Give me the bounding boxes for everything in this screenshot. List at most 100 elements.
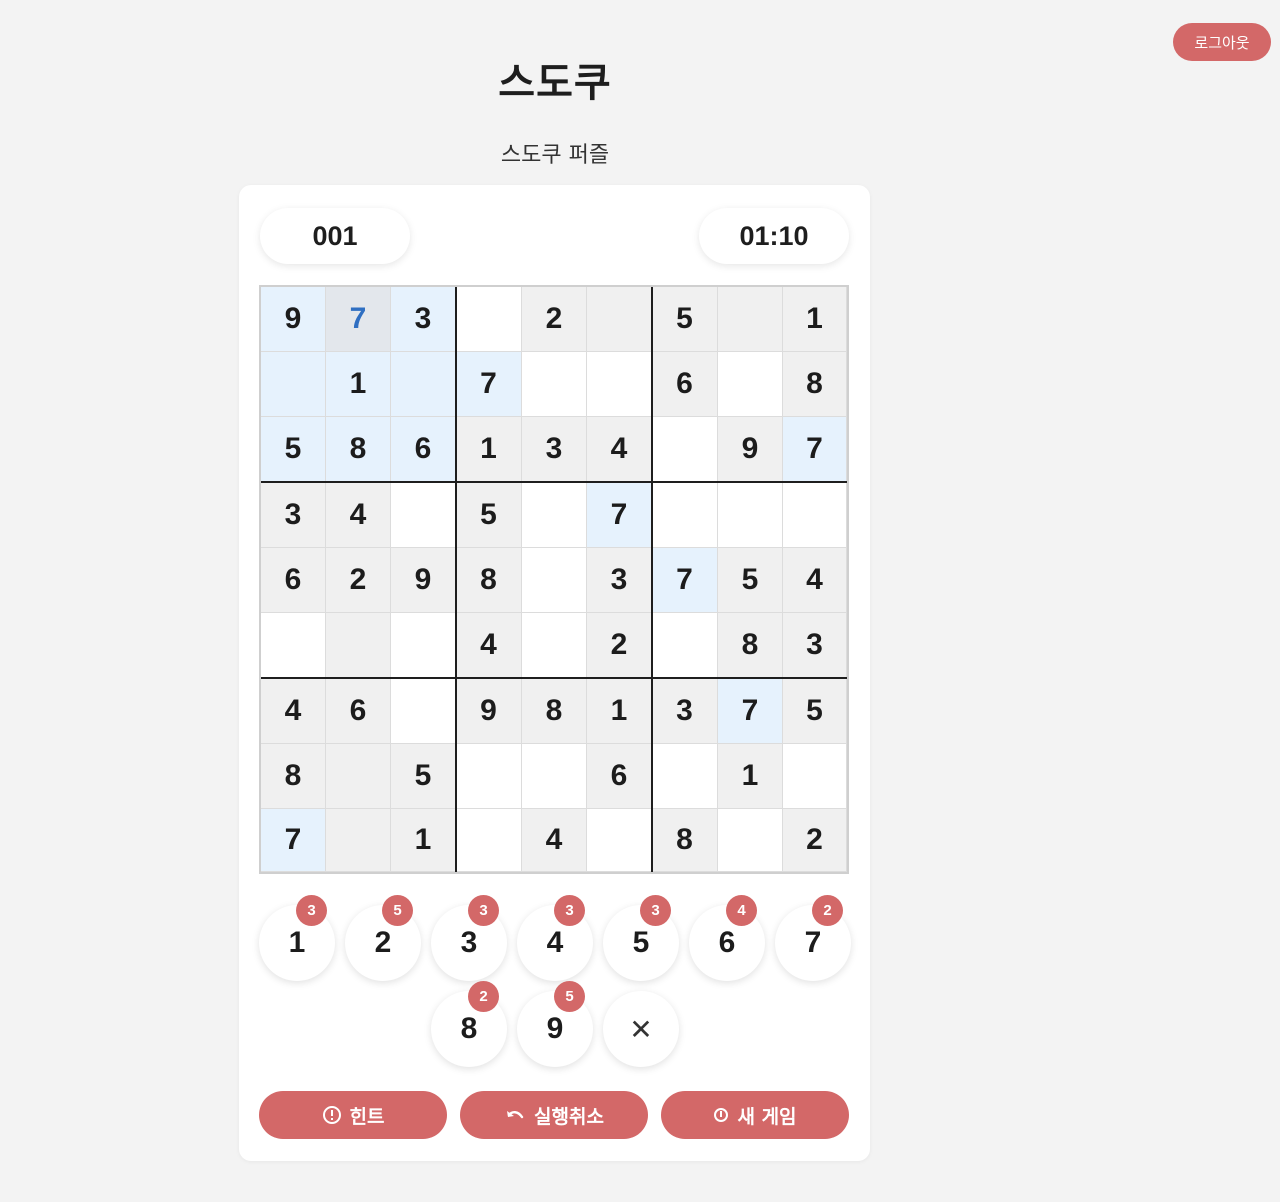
sudoku-cell[interactable]: 3 [652, 678, 718, 744]
sudoku-cell[interactable] [652, 417, 718, 482]
sudoku-cell[interactable] [522, 613, 587, 678]
sudoku-cell[interactable]: 6 [587, 744, 652, 809]
sudoku-cell[interactable] [456, 287, 522, 352]
sudoku-cell[interactable]: 4 [783, 548, 847, 613]
sudoku-cell[interactable]: 1 [391, 809, 456, 872]
sudoku-cell[interactable]: 7 [783, 417, 847, 482]
sudoku-cell[interactable] [718, 352, 783, 417]
sudoku-cell[interactable]: 7 [587, 482, 652, 548]
sudoku-cell[interactable] [522, 744, 587, 809]
sudoku-cell[interactable] [391, 482, 456, 548]
sudoku-cell[interactable]: 6 [326, 678, 391, 744]
sudoku-cell[interactable]: 2 [522, 287, 587, 352]
sudoku-cell[interactable]: 5 [456, 482, 522, 548]
sudoku-cell[interactable]: 3 [783, 613, 847, 678]
sudoku-cell[interactable]: 5 [652, 287, 718, 352]
sudoku-cell[interactable]: 5 [391, 744, 456, 809]
sudoku-cell[interactable]: 4 [456, 613, 522, 678]
sudoku-cell[interactable] [718, 287, 783, 352]
number-button-7[interactable]: 72 [775, 895, 851, 981]
sudoku-cell[interactable]: 7 [456, 352, 522, 417]
sudoku-cell[interactable] [652, 613, 718, 678]
sudoku-cell[interactable] [391, 613, 456, 678]
remaining-count-badge: 3 [468, 895, 499, 926]
number-button-9[interactable]: 95 [517, 981, 593, 1067]
sudoku-cell[interactable]: 3 [391, 287, 456, 352]
sudoku-cell[interactable]: 9 [261, 287, 326, 352]
sudoku-cell[interactable]: 7 [261, 809, 326, 872]
number-button-2[interactable]: 25 [345, 895, 421, 981]
sudoku-cell[interactable]: 2 [783, 809, 847, 872]
sudoku-cell[interactable]: 1 [326, 352, 391, 417]
sudoku-cell[interactable] [456, 744, 522, 809]
sudoku-cell[interactable]: 5 [718, 548, 783, 613]
hint-button[interactable]: 힌트 [259, 1091, 447, 1139]
number-button-6[interactable]: 64 [689, 895, 765, 981]
sudoku-cell[interactable] [261, 613, 326, 678]
sudoku-cell[interactable]: 9 [391, 548, 456, 613]
sudoku-cell[interactable] [587, 809, 652, 872]
sudoku-cell[interactable]: 3 [587, 548, 652, 613]
sudoku-cell[interactable] [326, 744, 391, 809]
new-game-button[interactable]: 새 게임 [661, 1091, 849, 1139]
undo-button[interactable]: 실행취소 [460, 1091, 648, 1139]
sudoku-cell[interactable]: 2 [326, 548, 391, 613]
sudoku-cell[interactable]: 1 [456, 417, 522, 482]
sudoku-cell[interactable] [326, 809, 391, 872]
sudoku-cell[interactable]: 7 [718, 678, 783, 744]
sudoku-cell[interactable] [783, 482, 847, 548]
sudoku-cell[interactable]: 4 [326, 482, 391, 548]
sudoku-cell[interactable]: 4 [522, 809, 587, 872]
sudoku-cell[interactable]: 1 [783, 287, 847, 352]
sudoku-cell[interactable] [522, 352, 587, 417]
erase-button[interactable]: ✕ [603, 991, 679, 1067]
number-button-1[interactable]: 13 [259, 895, 335, 981]
sudoku-cell[interactable] [718, 809, 783, 872]
sudoku-cell[interactable] [522, 548, 587, 613]
sudoku-cell[interactable] [783, 744, 847, 809]
sudoku-cell[interactable]: 8 [456, 548, 522, 613]
sudoku-cell[interactable]: 4 [587, 417, 652, 482]
sudoku-cell[interactable] [652, 744, 718, 809]
sudoku-cell[interactable]: 8 [522, 678, 587, 744]
sudoku-cell[interactable] [718, 482, 783, 548]
sudoku-cell[interactable]: 8 [783, 352, 847, 417]
number-label: 3 [460, 926, 478, 959]
sudoku-cell[interactable]: 5 [783, 678, 847, 744]
sudoku-cell[interactable]: 8 [326, 417, 391, 482]
sudoku-cell[interactable]: 3 [522, 417, 587, 482]
sudoku-cell[interactable]: 6 [652, 352, 718, 417]
sudoku-cell[interactable]: 1 [587, 678, 652, 744]
sudoku-cell[interactable]: 8 [261, 744, 326, 809]
sudoku-cell[interactable]: 6 [391, 417, 456, 482]
sudoku-cell[interactable]: 5 [261, 417, 326, 482]
logout-button[interactable]: 로그아웃 [1173, 23, 1271, 61]
sudoku-cell[interactable] [391, 678, 456, 744]
sudoku-cell[interactable]: 6 [261, 548, 326, 613]
sudoku-cell[interactable]: 3 [261, 482, 326, 548]
sudoku-cell[interactable] [522, 482, 587, 548]
sudoku-cell[interactable] [261, 352, 326, 417]
sudoku-cell[interactable] [456, 809, 522, 872]
sudoku-cell[interactable] [652, 482, 718, 548]
number-button-8[interactable]: 82 [431, 981, 507, 1067]
page-subtitle: 스도쿠 퍼즐 [500, 143, 610, 168]
sudoku-cell[interactable]: 7 [652, 548, 718, 613]
sudoku-cell[interactable]: 9 [456, 678, 522, 744]
number-button-3[interactable]: 33 [431, 895, 507, 981]
box-divider-vertical [651, 287, 653, 872]
sudoku-cell[interactable]: 8 [718, 613, 783, 678]
sudoku-cell[interactable]: 1 [718, 744, 783, 809]
number-button-5[interactable]: 53 [603, 895, 679, 981]
number-label: 5 [632, 926, 650, 959]
sudoku-cell[interactable]: 8 [652, 809, 718, 872]
sudoku-cell-selected[interactable]: 7 [326, 287, 391, 352]
sudoku-cell[interactable]: 9 [718, 417, 783, 482]
number-button-4[interactable]: 43 [517, 895, 593, 981]
sudoku-cell[interactable] [391, 352, 456, 417]
sudoku-cell[interactable] [587, 287, 652, 352]
sudoku-cell[interactable] [326, 613, 391, 678]
sudoku-cell[interactable]: 2 [587, 613, 652, 678]
sudoku-cell[interactable]: 4 [261, 678, 326, 744]
sudoku-cell[interactable] [587, 352, 652, 417]
